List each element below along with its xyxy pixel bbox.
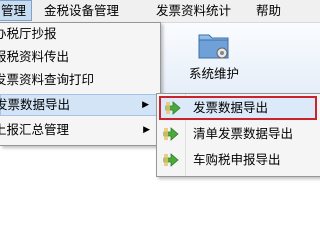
menu-help[interactable]: 帮助: [252, 0, 285, 21]
menu-management[interactable]: 管理: [0, 0, 32, 21]
export-arrow-icon: [163, 127, 179, 141]
submenu-item-label: 发票数据导出: [193, 100, 269, 115]
menu-tax-device-management[interactable]: 金税设备管理: [40, 0, 123, 21]
menu-item-label: 发票资料查询打印: [0, 72, 95, 87]
submenu-arrow-icon: ▶: [142, 100, 149, 110]
submenu-item-invoice-data-export[interactable]: 发票数据导出: [159, 96, 317, 120]
export-arrow-icon: [163, 153, 179, 167]
submenu-item-vehicle-tax-export[interactable]: 车购税申报导出: [157, 148, 320, 172]
menu-item-hall-copy-report[interactable]: 办税厅抄报: [0, 23, 158, 45]
management-dropdown-menu: 办税厅抄报 报税资料传出 发票资料查询打印 发票数据导出 ▶ 上报汇总管理 ▶: [0, 22, 161, 146]
menu-item-label: 上报汇总管理: [0, 122, 70, 137]
system-maintenance-button[interactable]: 系统维护: [178, 25, 250, 87]
menu-item-report-summary[interactable]: 上报汇总管理 ▶: [0, 119, 158, 141]
invoice-export-submenu: 发票数据导出 清单发票数据导出 车购税申报导出: [156, 93, 320, 177]
submenu-item-list-invoice-export[interactable]: 清单发票数据导出: [157, 122, 320, 146]
export-arrow-icon: [165, 101, 181, 115]
menu-item-invoice-query-print[interactable]: 发票资料查询打印: [0, 69, 158, 91]
menu-invoice-statistics[interactable]: 发票资料统计: [152, 0, 235, 21]
submenu-arrow-icon: ▶: [143, 125, 150, 135]
menu-item-invoice-data-export[interactable]: 发票数据导出 ▶: [0, 94, 158, 116]
menu-item-label: 报税资料传出: [0, 49, 70, 64]
folder-gear-icon: [198, 34, 229, 59]
menu-bar: 管理 金税设备管理 发票资料统计 帮助: [0, 0, 320, 23]
menu-item-label: 发票数据导出: [0, 97, 71, 112]
menu-item-label: 办税厅抄报: [0, 26, 57, 41]
submenu-item-label: 清单发票数据导出: [193, 126, 294, 141]
system-maintenance-label: 系统维护: [188, 66, 239, 81]
submenu-item-label: 车购税申报导出: [193, 152, 281, 167]
menu-item-tax-data-export[interactable]: 报税资料传出: [0, 46, 158, 68]
